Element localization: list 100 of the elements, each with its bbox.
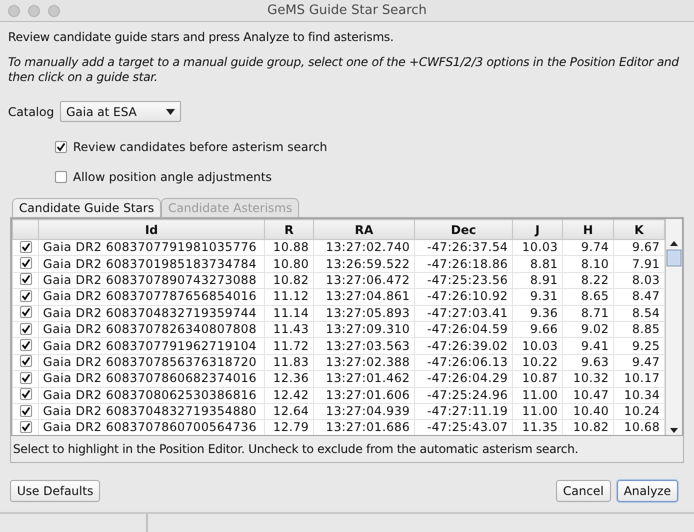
table-cell: 13:27:01.606: [314, 387, 414, 404]
table-cell: -47:25:23.56: [414, 272, 512, 289]
dialog-button[interactable]: Cancel: [556, 480, 611, 502]
table-cell: 9.41: [562, 338, 614, 354]
table-cell: 13:27:03.563: [314, 338, 414, 354]
table-cell: 9.02: [562, 321, 614, 338]
table-cell: 10.03: [512, 338, 562, 354]
table-cell: 11.00: [512, 387, 562, 404]
row-checkbox[interactable]: [20, 372, 32, 384]
table-cell: 9.63: [562, 354, 614, 371]
column-header[interactable]: R: [264, 220, 314, 240]
table-cell: 9.74: [562, 240, 614, 256]
table-cell: 10.40: [562, 403, 614, 420]
table-cell: 10.03: [512, 240, 562, 256]
table-cell: Gaia DR2 6083707826340807808: [38, 321, 264, 338]
table-cell: 13:27:02.388: [314, 354, 414, 371]
table-cell: 13:27:02.740: [314, 240, 414, 256]
table-cell: 11.00: [512, 403, 562, 420]
table-cell: 10.88: [264, 240, 314, 256]
scroll-thumb-icon[interactable]: [666, 249, 682, 267]
dialog-button[interactable]: Use Defaults: [10, 480, 100, 502]
intro-text: Review candidate guide stars and press Analyze to find asterisms.: [8, 30, 395, 45]
column-header[interactable]: Id: [38, 220, 264, 240]
table-cell: 13:27:06.472: [314, 272, 414, 289]
row-checkbox[interactable]: [20, 420, 32, 433]
table-cell: 13:26:59.522: [314, 256, 414, 272]
column-header[interactable]: RA: [314, 220, 414, 240]
table-cell: -47:26:39.02: [414, 338, 512, 354]
table-cell: Gaia DR2 6083708062530386816: [38, 387, 264, 404]
table-cell: 8.65: [562, 288, 614, 306]
column-header[interactable]: Dec: [414, 220, 512, 240]
catalog-dropdown[interactable]: Gaia at ESA: [60, 101, 182, 122]
table-cell: -47:27:11.19: [414, 403, 512, 420]
table-cell: 10.32: [562, 370, 614, 388]
table-cell: 13:27:09.310: [314, 321, 414, 338]
note-text: To manually add a target to a manual guide group, select one of the +CWFS1/2/3 options in the Position Editor and then click on a guide star.: [8, 55, 680, 85]
table-cell: 8.10: [562, 256, 614, 272]
table-cell: 13:27:05.893: [314, 305, 414, 322]
table-cell: 11.43: [264, 321, 314, 338]
table-cell: -47:25:24.96: [414, 387, 512, 404]
table-cell: 10.87: [512, 370, 562, 388]
table-cell: 9.36: [512, 305, 562, 322]
table-cell: Gaia DR2 6083707791962719104: [38, 338, 264, 354]
table-cell: Gaia DR2 6083707860682374016: [38, 370, 264, 388]
table-cell: Gaia DR2 6083707787656854016: [38, 288, 264, 306]
row-checkbox[interactable]: [20, 388, 32, 400]
table-cell: -47:26:06.13: [414, 354, 512, 371]
row-checkbox[interactable]: [20, 306, 32, 318]
table-cell: 13:27:04.939: [314, 403, 414, 420]
table-cell: Gaia DR2 6083707791981035776: [38, 240, 264, 256]
row-checkbox[interactable]: [20, 290, 32, 302]
table-cell: 10.82: [264, 272, 314, 289]
table-cell: 12.64: [264, 403, 314, 420]
table-cell: 10.47: [562, 387, 614, 404]
row-checkbox[interactable]: [20, 273, 32, 286]
table-cell: 8.22: [562, 272, 614, 289]
table-cell: Gaia DR2 6083704832719359744: [38, 305, 264, 322]
table-cell: 12.36: [264, 370, 314, 388]
row-checkbox[interactable]: [20, 257, 32, 270]
column-header[interactable]: H: [562, 220, 614, 240]
catalog-label: Catalog: [8, 104, 54, 118]
table-cell: 13:27:01.462: [314, 370, 414, 388]
scrollbar[interactable]: [665, 219, 682, 435]
table-cell: 9.31: [512, 288, 562, 306]
row-checkbox[interactable]: [20, 355, 32, 368]
table-cell: -47:26:10.92: [414, 288, 512, 306]
table-cell: -47:26:18.86: [414, 256, 512, 272]
table-cell: 13:27:04.861: [314, 288, 414, 306]
table-cell: 10.80: [264, 256, 314, 272]
tab[interactable]: Candidate Guide Stars: [12, 198, 162, 217]
table-cell: 11.83: [264, 354, 314, 371]
table-cell: 11.12: [264, 288, 314, 306]
window-title: GeMS Guide Star Search: [267, 3, 427, 18]
table-cell: 12.42: [264, 387, 314, 404]
hint-text: Select to highlight in the Position Editor. Uncheck to exclude from the automatic asterism search.: [12, 441, 580, 458]
table-cell: Gaia DR2 6083707890743273088: [38, 272, 264, 289]
table-cell: 11.14: [264, 305, 314, 322]
caret-icon: [166, 108, 176, 114]
dialog-button[interactable]: Analyze: [616, 480, 678, 502]
table-cell: Gaia DR2 6083707856376318720: [38, 354, 264, 371]
table-cell: 8.81: [512, 256, 562, 272]
table-cell: -47:26:04.59: [414, 321, 512, 338]
table-cell: -47:26:37.54: [414, 240, 512, 256]
table-cell: 8.71: [562, 305, 614, 322]
table-cell: -47:27:03.41: [414, 305, 512, 322]
table-cell: Gaia DR2 6083704832719354880: [38, 403, 264, 420]
checkbox[interactable]: [55, 141, 67, 153]
table-cell: 9.66: [512, 321, 562, 338]
row-checkbox[interactable]: [20, 404, 32, 417]
option-label: Review candidates before asterism search: [73, 140, 328, 154]
table-cell: -47:26:04.29: [414, 370, 512, 388]
table-cell: Gaia DR2 6083701985183734784: [38, 256, 264, 272]
table-cell: 10.22: [512, 354, 562, 371]
column-header[interactable]: K: [614, 220, 664, 240]
checkbox[interactable]: [55, 171, 67, 183]
row-checkbox[interactable]: [20, 322, 32, 335]
column-header[interactable]: J: [512, 220, 562, 240]
row-checkbox[interactable]: [20, 339, 32, 352]
row-checkbox[interactable]: [20, 240, 32, 253]
table-cell: 8.91: [512, 272, 562, 289]
